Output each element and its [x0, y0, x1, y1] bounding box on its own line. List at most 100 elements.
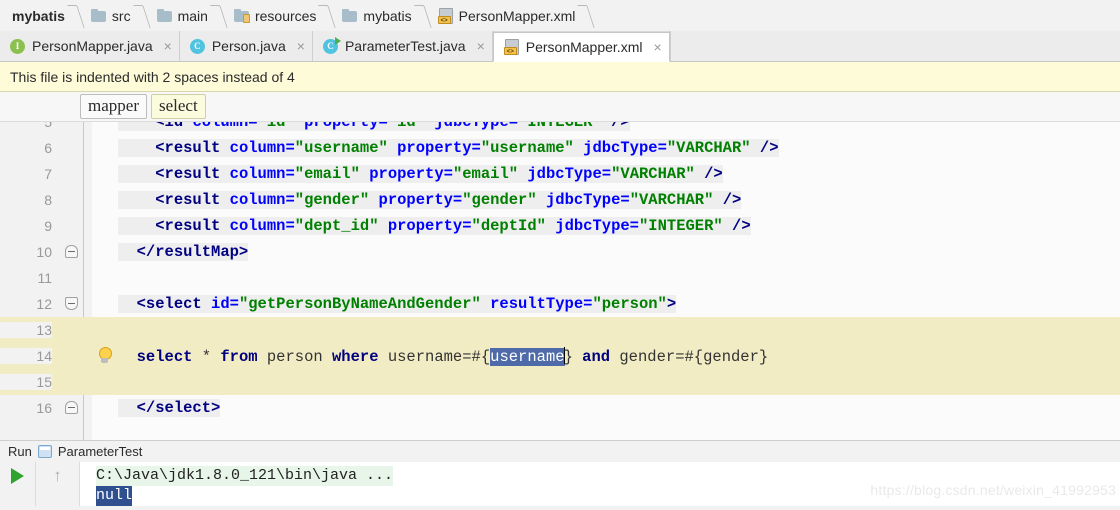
intention-gutter-cell — [92, 265, 118, 291]
code-line-13[interactable]: 13 — [0, 317, 1120, 343]
xml-file-icon: <> — [503, 39, 519, 55]
code-line-16[interactable]: 16 </select> — [0, 395, 1120, 421]
code-token: "email" — [294, 165, 360, 183]
xml-tag-badge: <> — [437, 15, 451, 24]
code-token: select — [136, 347, 193, 366]
rerun-button[interactable] — [0, 462, 36, 506]
code-token: where — [332, 347, 379, 366]
fold-gutter-cell — [52, 317, 92, 343]
code-line-text: <result column="dept_id" property="deptI… — [118, 217, 1120, 235]
code-token: /> — [759, 139, 779, 157]
xml-path-chip-mapper[interactable]: mapper — [80, 94, 147, 119]
breadcrumb-item-resources[interactable]: resources — [226, 0, 320, 32]
code-line-5[interactable]: 5 <id column="id" property="id" jdbcType… — [0, 122, 1120, 135]
tab-personmapper-xml[interactable]: <> PersonMapper.xml × — [492, 32, 670, 62]
fold-gutter-cell[interactable] — [52, 395, 92, 421]
intention-gutter-cell — [92, 135, 118, 161]
code-line-14[interactable]: 14 select * from person where username=#… — [0, 343, 1120, 369]
console-command-line: C:\Java\jdk1.8.0_121\bin\java ... — [96, 466, 394, 486]
tab-person-java[interactable]: C Person.java × — [179, 31, 313, 61]
code-token: column= — [192, 122, 258, 131]
code-token: "dept_id" — [294, 217, 379, 235]
lightbulb-icon[interactable] — [97, 347, 112, 365]
fold-gutter-cell — [52, 369, 92, 395]
code-token: person — [257, 347, 332, 366]
indentation-notification[interactable]: This file is indented with 2 spaces inst… — [0, 62, 1120, 92]
breadcrumb-separator — [69, 0, 83, 32]
breadcrumb-item-personmapper-xml[interactable]: <> PersonMapper.xml — [430, 0, 580, 32]
breadcrumb-item-src[interactable]: src — [83, 0, 135, 32]
code-token: jdbcType= — [555, 217, 639, 235]
scroll-up-button[interactable]: ↑ — [36, 462, 80, 506]
tab-personmapper-java[interactable]: I PersonMapper.java × — [0, 31, 180, 61]
code-lines[interactable]: 5 <id column="id" property="id" jdbcType… — [0, 122, 1120, 440]
breadcrumb-item-main[interactable]: main — [149, 0, 212, 32]
fold-gutter-cell — [52, 122, 92, 135]
code-token: "email" — [452, 165, 519, 183]
fold-bottom-icon[interactable] — [65, 245, 78, 258]
tab-label: ParameterTest.java — [344, 38, 466, 54]
code-token: column= — [229, 165, 295, 183]
code-line-text: <result column="gender" property="gender… — [118, 191, 1120, 209]
code-line-text: <id column="id" property="id" jdbcType="… — [118, 122, 1120, 131]
interface-icon: I — [10, 38, 25, 54]
fold-bottom-icon[interactable] — [65, 401, 78, 414]
intention-gutter-cell[interactable] — [92, 343, 118, 369]
tab-close-icon[interactable]: × — [477, 39, 485, 53]
breadcrumb-separator — [579, 0, 593, 32]
tab-parametertest-java[interactable]: C ParameterTest.java × — [312, 31, 493, 61]
tab-close-icon[interactable]: × — [653, 40, 661, 54]
run-tool-window-header[interactable]: Run ParameterTest — [0, 440, 1120, 462]
code-editor[interactable]: 5 <id column="id" property="id" jdbcType… — [0, 122, 1120, 440]
selected-token: username — [490, 347, 565, 366]
code-line-text: <select id="getPersonByNameAndGender" re… — [118, 295, 1120, 313]
tab-close-icon[interactable]: × — [164, 39, 172, 53]
xml-path-chip-select[interactable]: select — [150, 94, 206, 119]
code-token: "VARCHAR" — [666, 139, 751, 157]
arrow-up-icon: ↑ — [53, 466, 62, 485]
line-number: 5 — [44, 122, 52, 130]
code-line-11[interactable]: 11 — [0, 265, 1120, 291]
code-line-9[interactable]: 9 <result column="dept_id" property="dep… — [0, 213, 1120, 239]
code-token: resultType= — [490, 295, 593, 313]
breadcrumb-item-mybatis[interactable]: mybatis — [2, 0, 69, 32]
fold-gutter-cell — [52, 343, 92, 369]
code-line-12[interactable]: 12 <select id="getPersonByNameAndGender"… — [0, 291, 1120, 317]
code-token: "id" — [387, 122, 426, 131]
fold-gutter-cell[interactable] — [52, 291, 92, 317]
code-token: "VARCHAR" — [611, 165, 695, 183]
tab-close-icon[interactable]: × — [297, 39, 305, 53]
run-configuration-name[interactable]: ParameterTest — [58, 444, 143, 459]
breadcrumb-separator — [212, 0, 226, 32]
code-line-10[interactable]: 10 </resultMap> — [0, 239, 1120, 265]
line-number: 7 — [44, 166, 52, 182]
code-line-7[interactable]: 7 <result column="email" property="email… — [0, 161, 1120, 187]
line-number: 11 — [37, 270, 52, 286]
breadcrumb: mybatis src main resources mybatis <> PersonMa… — [0, 0, 1120, 32]
code-token: } — [563, 347, 583, 366]
fold-top-icon[interactable] — [65, 297, 78, 310]
code-line-8[interactable]: 8 <result column="gender" property="gend… — [0, 187, 1120, 213]
code-token: column= — [229, 191, 295, 209]
fold-gutter-cell[interactable] — [52, 239, 92, 265]
code-line-15[interactable]: 15 — [0, 369, 1120, 395]
editor-tab-bar: I PersonMapper.java × C Person.java × C Paramet… — [0, 31, 1120, 62]
code-token: </select> — [136, 399, 221, 417]
code-line-6[interactable]: 6 <result column="username" property="us… — [0, 135, 1120, 161]
breadcrumb-item-mybatis[interactable]: mybatis — [334, 0, 415, 32]
code-token: "username" — [480, 139, 574, 157]
